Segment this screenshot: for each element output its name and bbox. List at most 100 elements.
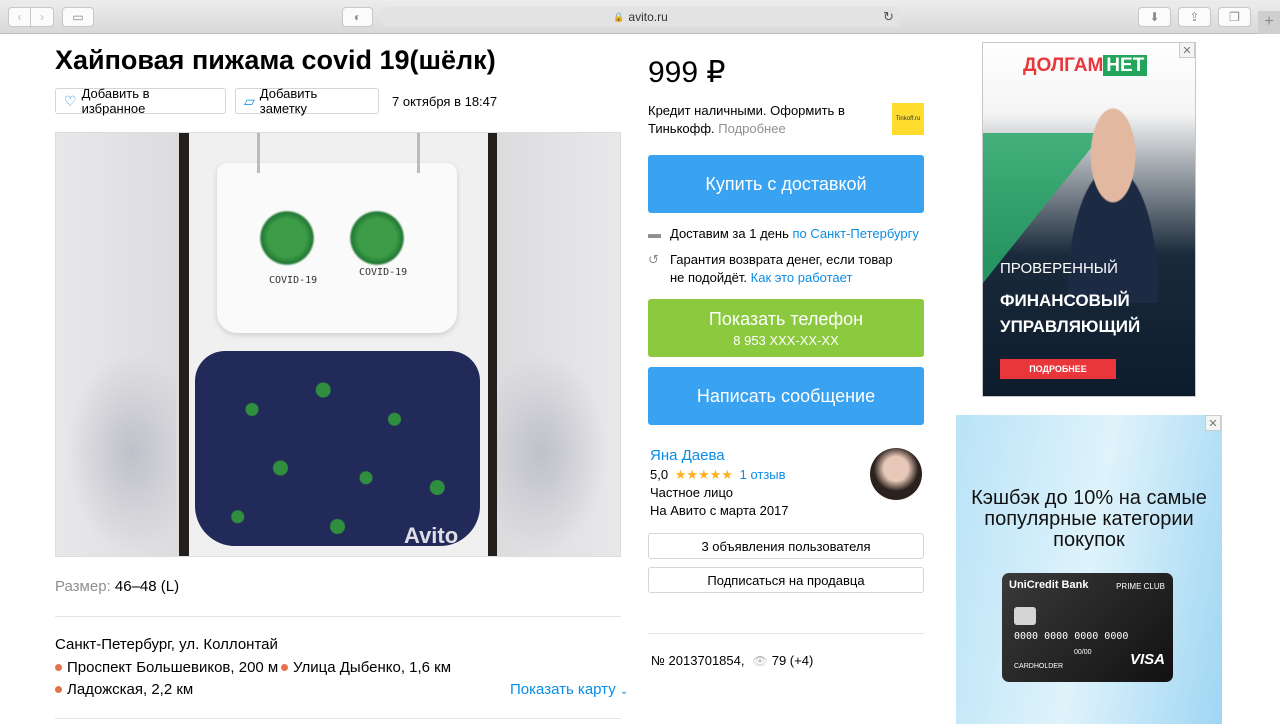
write-message-button[interactable]: Написать сообщение — [648, 367, 924, 425]
size-label: Размер: — [55, 578, 111, 595]
rating-value: 5,0 — [650, 467, 669, 482]
divider — [55, 616, 621, 617]
lock-icon: 🔒 — [613, 11, 625, 22]
forward-icon[interactable]: › — [31, 7, 54, 27]
seller-type: Частное лицо — [650, 485, 733, 500]
seller-rating: 5,0 ★★★★★ 1 отзыв — [650, 467, 786, 483]
ad-brand-right: НЕТ — [1103, 55, 1148, 76]
ad-brand-left: ДОЛГАМ — [1023, 55, 1104, 76]
show-phone-button[interactable]: Показать телефон 8 953 XXX-XX-XX — [648, 299, 924, 357]
tinkoff-logo[interactable]: Tinkoff.ru — [892, 103, 924, 135]
back-icon[interactable]: ‹ — [8, 7, 31, 27]
tabs-overview-icon[interactable]: ❐ — [1218, 7, 1251, 27]
photo-blur-left — [56, 133, 180, 556]
visa-logo: VISA — [1129, 651, 1165, 668]
pajama-shorts-image — [195, 351, 480, 546]
photo-text-right: COVID-19 — [359, 267, 408, 278]
strap-right — [417, 133, 420, 173]
phone-number: 8 953 XXX-XX-XX — [733, 332, 839, 348]
ad-number: № 2013701854, — [651, 653, 745, 668]
eye-icon: 👁 — [752, 653, 768, 668]
guarantee-link[interactable]: Как это работает — [751, 270, 853, 285]
add-note-button[interactable]: ▱ Добавить заметку — [235, 86, 379, 116]
listing-date: 7 октября в 18:47 — [392, 94, 498, 109]
subscribe-seller-button[interactable]: Подписаться на продавца — [648, 567, 924, 593]
show-phone-label: Показать телефон — [708, 308, 864, 329]
close-icon[interactable]: ✕ — [1179, 42, 1195, 58]
note-icon: ▱ — [244, 92, 255, 109]
virus-print-right — [347, 208, 407, 268]
ad-meta: № 2013701854, 👁 79 (+4) — [651, 653, 813, 668]
delivery-info: ▬ Доставим за 1 день по Санкт-Петербургу — [648, 225, 919, 243]
metro-dot-icon — [55, 664, 62, 671]
sidebar-icon[interactable]: ▭ — [62, 7, 94, 27]
card-bank: UniCredit Bank — [1009, 579, 1089, 591]
card-holder: CARDHOLDER — [1014, 663, 1064, 670]
photo-main: COVID-19 COVID-19 — [179, 133, 498, 556]
guarantee-info: ↺ Гарантия возврата денег, если товар не… — [648, 251, 908, 287]
avito-watermark: Avito — [404, 523, 459, 548]
write-message-label: Написать сообщение — [696, 385, 876, 406]
photo-text-left: COVID-19 — [269, 275, 318, 286]
banner-ad-unicredit[interactable]: Кэшбэк до 10% на самые популярные катего… — [956, 415, 1222, 724]
buy-label: Купить с доставкой — [705, 173, 867, 194]
metro-label: Улица Дыбенко, 1,6 км — [293, 659, 452, 676]
metro-dot-icon — [55, 686, 62, 693]
credit-card-image: UniCredit Bank PRIME CLUB 0000 0000 0000… — [1002, 573, 1173, 682]
reload-icon[interactable]: ↻ — [883, 9, 894, 25]
download-icon[interactable]: ⬇ — [1138, 7, 1171, 27]
add-note-label: Добавить заметку — [259, 86, 318, 116]
card-chip-icon — [1014, 607, 1036, 625]
rating-stars-icon: ★★★★★ — [674, 467, 733, 482]
virus-print-left — [257, 208, 317, 268]
subscribe-label: Подписаться на продавца — [707, 572, 865, 588]
delivery-text: Доставим за 1 день — [670, 226, 789, 241]
show-map-label: Показать карту — [510, 681, 616, 698]
views-count: 79 (+4) — [771, 653, 814, 668]
buy-with-delivery-button[interactable]: Купить с доставкой — [648, 155, 924, 213]
divider — [55, 718, 621, 719]
seller-name-link[interactable]: Яна Даева — [650, 447, 725, 464]
card-expiry: 00/00 — [1074, 649, 1092, 656]
price: 999 ₽ — [648, 56, 726, 89]
divider — [648, 633, 924, 634]
metro-label: Проспект Большевиков, 200 м — [67, 659, 279, 676]
reviews-link[interactable]: 1 отзыв — [740, 467, 786, 482]
photo-blur-right — [497, 133, 620, 556]
seller-avatar[interactable] — [870, 448, 922, 500]
card-club: PRIME CLUB — [1116, 582, 1165, 591]
banner-ad-dolgam[interactable]: ДОЛГАМ НЕТ ПРОВЕРЕННЫЙ ФИНАНСОВЫЙ УПРАВЛЯ… — [982, 42, 1196, 397]
listing-photo[interactable]: COVID-19 COVID-19 Avito — [55, 132, 621, 557]
metro-station: Ладожская, 2,2 км — [55, 681, 193, 698]
privacy-shield-icon[interactable]: ◐ — [342, 7, 373, 27]
address-url: avito.ru — [628, 10, 668, 24]
pajama-top-image: COVID-19 COVID-19 — [217, 133, 457, 333]
show-map-link[interactable]: Показать карту ⌄ — [510, 681, 628, 698]
address-bar[interactable]: 🔒 avito.ru ↻ — [381, 7, 900, 27]
delivery-link[interactable]: по Санкт-Петербургу — [792, 226, 918, 241]
add-favorite-button[interactable]: ♡ Добавить в избранное — [55, 86, 226, 116]
add-favorite-label: Добавить в избранное — [81, 86, 150, 116]
credit-more-link[interactable]: Подробнее — [718, 121, 785, 136]
chevron-down-icon: ⌄ — [619, 686, 629, 697]
metro-station: Проспект Большевиков, 200 м — [55, 659, 278, 676]
new-tab-icon[interactable]: + — [1258, 11, 1280, 34]
credit-offer: Кредит наличными. Оформить в Тинькофф. П… — [648, 102, 868, 138]
size-value: 46–48 (L) — [114, 578, 180, 595]
ad-line2: ФИНАНСОВЫЙ УПРАВЛЯЮЩИЙ — [1000, 291, 1141, 336]
listing-title: Хайповая пижама covid 19(шёлк) — [55, 45, 496, 75]
return-icon: ↺ — [648, 252, 659, 267]
browser-toolbar: ‹ › ▭ ◐ 🔒 avito.ru ↻ ⬇ ⇪ ❐ + — [0, 0, 1280, 34]
user-ads-button[interactable]: 3 объявления пользователя — [648, 533, 924, 559]
metro-label: Ладожская, 2,2 км — [67, 681, 194, 698]
ad-brand-logo: ДОЛГАМ НЕТ — [1023, 55, 1148, 77]
strap-left — [257, 133, 260, 173]
close-icon[interactable]: ✕ — [1205, 415, 1221, 431]
metro-station: Улица Дыбенко, 1,6 км — [281, 659, 451, 676]
metro-dot-icon — [281, 664, 288, 671]
share-icon[interactable]: ⇪ — [1178, 7, 1211, 27]
truck-icon: ▬ — [648, 226, 661, 241]
size-row: Размер: 46–48 (L) — [55, 578, 179, 595]
ad2-headline: Кэшбэк до 10% на самые популярные катего… — [971, 487, 1207, 551]
ad-cta-button[interactable]: ПОДРОБНЕЕ — [1000, 359, 1116, 379]
